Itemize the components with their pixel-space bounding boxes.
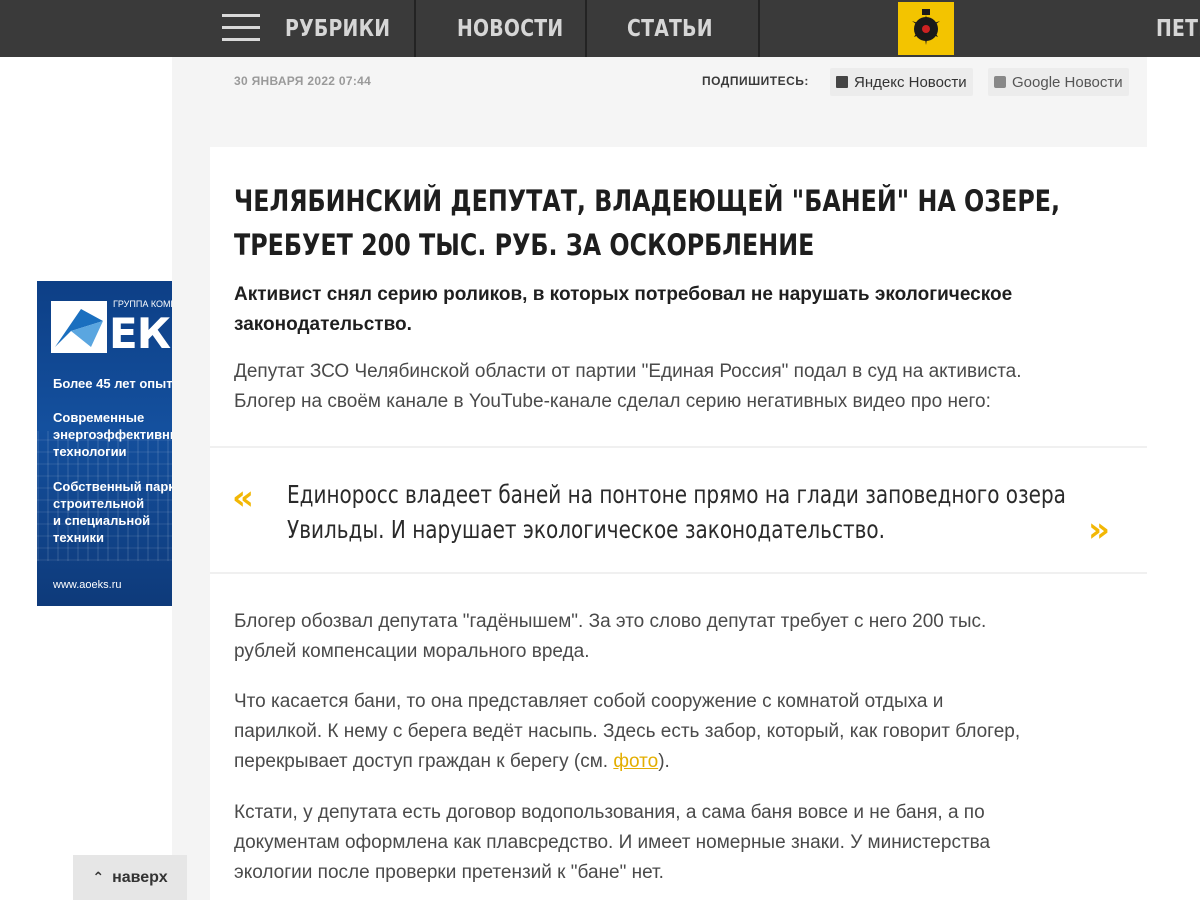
article-body: ЧЕЛЯБИНСКИЙ ДЕПУТАТ, ВЛАДЕЮЩЕЙ "БАНЕЙ" Н… xyxy=(210,147,1147,900)
lead-line: законодательство. xyxy=(234,314,412,335)
back-to-top-label: наверх xyxy=(112,868,168,886)
menu-icon[interactable] xyxy=(222,14,260,42)
ad-banner[interactable]: ГРУППА КОМПАНИЙ ЕК Более 45 лет опыта Со… xyxy=(37,281,172,606)
quote-line: Увильды. И нарушает экологическое законо… xyxy=(287,515,885,544)
paragraph-line: документам оформлена как плавсредство. И… xyxy=(234,832,991,853)
photo-link[interactable]: фото xyxy=(613,751,658,772)
back-to-top-button[interactable]: ⌃ наверх xyxy=(73,855,187,900)
spacer xyxy=(210,109,1147,147)
article-lead: Активист снял серию роликов, в которых п… xyxy=(234,280,1114,340)
paragraph-line: рублей компенсации морального вреда. xyxy=(234,641,590,662)
google-news-button[interactable]: Google Новости xyxy=(988,68,1129,96)
ad-text: Современные xyxy=(53,410,145,425)
headline-line: ЧЕЛЯБИНСКИЙ ДЕПУТАТ, ВЛАДЕЮЩЕЙ "БАНЕЙ" Н… xyxy=(234,184,1061,218)
blockquote: ‹‹ Единоросс владеет баней на понтоне пр… xyxy=(210,446,1147,574)
google-news-icon xyxy=(994,76,1006,88)
nav-news[interactable]: НОВОСТИ xyxy=(457,0,563,57)
ad-text: строительной xyxy=(53,496,145,511)
paragraph-line: Что касается бани, то она представляет с… xyxy=(234,691,944,712)
ad-logo-icon xyxy=(51,301,107,353)
ad-text: Более 45 лет опыта xyxy=(53,376,172,391)
top-navigation: РУБРИКИ НОВОСТИ СТАТЬИ ПЕТИ xyxy=(0,0,1200,57)
ad-group-label: ГРУППА КОМПАНИЙ xyxy=(113,299,172,309)
lead-line: Активист снял серию роликов, в которых п… xyxy=(234,284,1013,305)
paragraph-line: перекрывает доступ граждан к берегу (см.… xyxy=(234,747,1134,777)
paragraph-3: Кстати, у депутата есть договор водополь… xyxy=(234,798,1134,888)
chevron-up-icon: ⌃ xyxy=(92,869,105,885)
quote-text: Единоросс владеет баней на понтоне прямо… xyxy=(287,477,1087,547)
ad-text: и специальной xyxy=(53,513,151,528)
paragraph-2: Что касается бани, то она представляет с… xyxy=(234,687,1134,777)
ad-text: Собственный парк xyxy=(53,479,172,494)
paragraph-line: Депутат ЗСО Челябинской области от парти… xyxy=(234,361,1022,382)
left-gutter xyxy=(172,57,210,900)
headline-line: ТРЕБУЕТ 200 ТЫС. РУБ. ЗА ОСКОРБЛЕНИЕ xyxy=(234,228,815,262)
quote-close-icon: ›› xyxy=(1088,510,1110,550)
nav-petitions[interactable]: ПЕТИ xyxy=(1156,0,1200,57)
text-fragment: ). xyxy=(658,751,670,772)
subscribe-label: ПОДПИШИТЕСЬ: xyxy=(702,74,809,88)
ad-text: техники xyxy=(53,530,104,545)
google-news-label: Google Новости xyxy=(1012,73,1123,91)
paragraph-line: Блогер обозвал депутата "гадёнышем". За … xyxy=(234,611,987,632)
eagle-emblem-icon[interactable] xyxy=(898,2,954,55)
paragraph-line: Кстати, у депутата есть договор водополь… xyxy=(234,802,985,823)
ad-logo-text: ЕК xyxy=(109,309,171,358)
paragraph-line: экологии после проверки претензий к "бан… xyxy=(234,862,664,883)
nav-rubrics[interactable]: РУБРИКИ xyxy=(285,0,390,57)
paragraph-line: Блогер на своём канале в YouTube-канале … xyxy=(234,391,991,412)
paragraph-1: Блогер обозвал депутата "гадёнышем". За … xyxy=(234,607,1134,667)
nav-articles[interactable]: СТАТЬИ xyxy=(627,0,713,57)
text-fragment: перекрывает доступ граждан к берегу (см. xyxy=(234,751,614,772)
nav-divider xyxy=(758,0,760,57)
yandex-news-icon xyxy=(836,76,848,88)
ad-text: энергоэффективные xyxy=(53,427,172,442)
nav-divider xyxy=(585,0,587,57)
yandex-news-button[interactable]: Яндекс Новости xyxy=(830,68,973,96)
publish-date: 30 ЯНВАРЯ 2022 07:44 xyxy=(234,74,372,88)
ad-text: технологии xyxy=(53,444,127,459)
nav-divider xyxy=(414,0,416,57)
paragraph-line: парилкой. К нему с берега ведёт насыпь. … xyxy=(234,721,1021,742)
article-headline: ЧЕЛЯБИНСКИЙ ДЕПУТАТ, ВЛАДЕЮЩЕЙ "БАНЕЙ" Н… xyxy=(234,179,1087,267)
intro-paragraph: Депутат ЗСО Челябинской области от парти… xyxy=(234,357,1134,417)
article-meta-bar: 30 ЯНВАРЯ 2022 07:44 ПОДПИШИТЕСЬ: Яндекс… xyxy=(210,57,1147,109)
quote-line: Единоросс владеет баней на понтоне прямо… xyxy=(287,480,1066,509)
ad-url: www.aoeks.ru xyxy=(53,579,122,591)
quote-open-icon: ‹‹ xyxy=(232,478,254,518)
yandex-news-label: Яндекс Новости xyxy=(854,73,967,91)
